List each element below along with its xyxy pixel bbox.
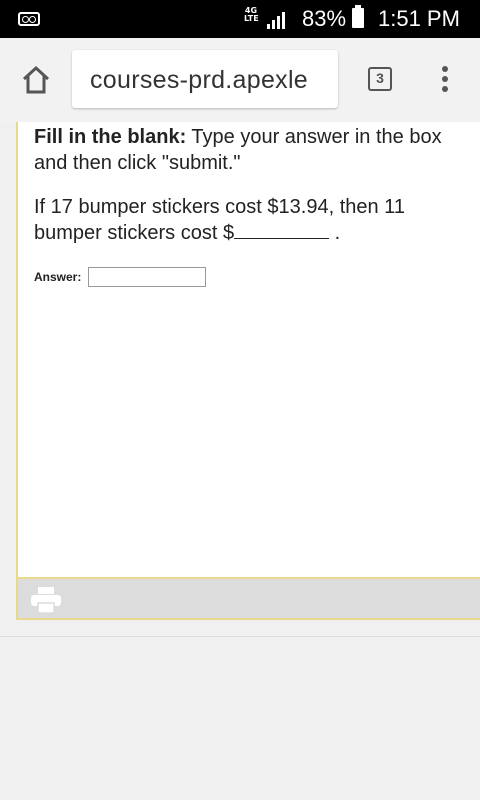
question-frame: Fill in the blank: Type your answer in t…: [16, 122, 480, 620]
clock: 1:51 PM: [378, 6, 460, 31]
network-type-label: 4G LTE: [244, 6, 259, 23]
signal-icon: [267, 12, 285, 29]
home-icon[interactable]: [20, 64, 52, 96]
prompt-text: If 17 bumper stickers cost $13.94, then …: [34, 196, 405, 244]
answer-label: Answer:: [34, 270, 82, 284]
prompt-end: .: [334, 222, 341, 244]
divider: [0, 636, 480, 637]
voicemail-icon: [18, 12, 40, 26]
question-area: Fill in the blank: Type your answer in t…: [18, 122, 480, 577]
answer-input[interactable]: [87, 267, 206, 287]
address-bar[interactable]: courses-prd.apexle: [72, 50, 338, 108]
instructions: Fill in the blank: Type your answer in t…: [34, 124, 474, 176]
answer-row: Answer:: [34, 267, 206, 287]
print-icon[interactable]: [30, 586, 62, 614]
instruction-heading: Fill in the blank:: [34, 126, 187, 148]
browser-toolbar: courses-prd.apexle 3: [0, 38, 480, 122]
menu-icon[interactable]: [441, 66, 449, 94]
battery-percent: 83%: [302, 6, 347, 31]
question-prompt: If 17 bumper stickers cost $13.94, then …: [34, 194, 474, 246]
battery-icon: [352, 5, 364, 28]
footer-bar: [18, 577, 480, 618]
url-text: courses-prd.apexle: [90, 66, 309, 94]
status-bar: 4G LTE 83% 1:51 PM: [0, 0, 480, 38]
tabs-icon[interactable]: 3: [368, 67, 392, 91]
blank-line: [234, 220, 330, 239]
